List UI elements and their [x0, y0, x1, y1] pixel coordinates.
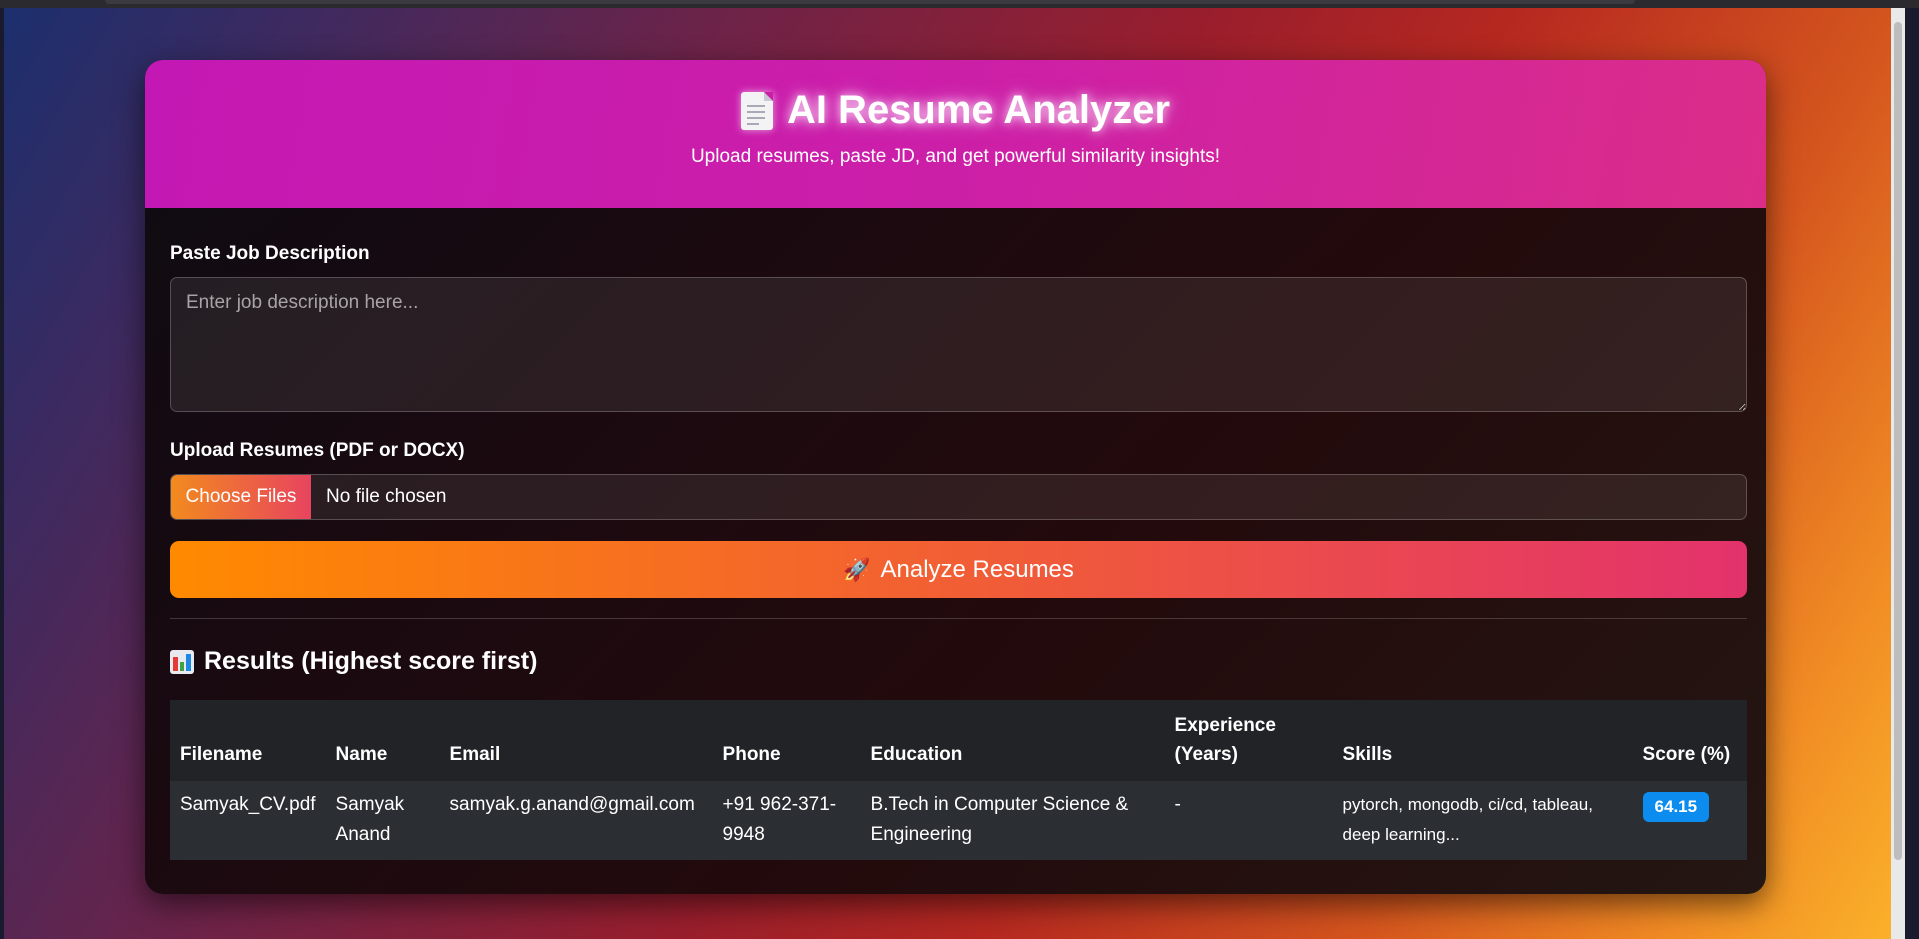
page-title: AI Resume Analyzer	[786, 88, 1171, 132]
rocket-icon: 🚀	[843, 556, 871, 582]
resume-file-input[interactable]: Choose Files No file chosen	[170, 474, 1747, 520]
results-title: Results (Highest score first)	[204, 647, 538, 675]
column-header-skills: Skills	[1332, 700, 1633, 781]
column-header-experience: Experience (Years)	[1164, 700, 1333, 781]
choose-files-button[interactable]: Choose Files	[171, 475, 311, 519]
results-table: Filename Name Email Phone Education Expe…	[170, 700, 1747, 860]
page-viewport: AI Resume Analyzer Upload resumes, paste…	[4, 8, 1905, 939]
file-status-text: No file chosen	[326, 486, 447, 507]
analyze-button-label: Analyze Resumes	[880, 555, 1074, 583]
vertical-scrollbar[interactable]	[1891, 8, 1905, 939]
scrollbar-thumb[interactable]	[1894, 22, 1902, 860]
cell-filename: Samyak_CV.pdf	[170, 781, 326, 860]
document-icon	[740, 91, 773, 130]
column-header-name: Name	[325, 700, 440, 781]
analyze-resumes-button[interactable]: 🚀 Analyze Resumes	[170, 541, 1747, 598]
page-title-row: AI Resume Analyzer	[145, 88, 1766, 133]
bar-chart-icon	[170, 649, 194, 674]
column-header-score: Score (%)	[1632, 700, 1747, 781]
browser-address-strip	[105, 0, 1635, 4]
column-header-education: Education	[860, 700, 1165, 781]
score-badge: 64.15	[1642, 792, 1710, 822]
page-subtitle: Upload resumes, paste JD, and get powerf…	[690, 146, 1221, 167]
upload-label: Upload Resumes (PDF or DOCX)	[170, 440, 465, 461]
cell-phone: +91 962-371-9948	[712, 781, 861, 860]
cell-experience: -	[1164, 781, 1333, 860]
table-row: Samyak_CV.pdf Samyak Anand samyak.g.anan…	[170, 781, 1747, 860]
cell-education: B.Tech in Computer Science & Engineering	[860, 781, 1165, 860]
cell-skills: pytorch, mongodb, ci/cd, tableau, deep l…	[1332, 781, 1633, 860]
results-heading: Results (Highest score first)	[170, 647, 537, 676]
jd-label: Paste Job Description	[170, 243, 370, 264]
column-header-email: Email	[439, 700, 713, 781]
section-divider	[170, 618, 1747, 619]
cell-score: 64.15	[1632, 781, 1747, 860]
header-banner: AI Resume Analyzer Upload resumes, paste…	[145, 60, 1766, 208]
table-header-row: Filename Name Email Phone Education Expe…	[170, 700, 1747, 781]
cell-email: samyak.g.anand@gmail.com	[439, 781, 713, 860]
analyzer-card: AI Resume Analyzer Upload resumes, paste…	[145, 60, 1766, 894]
browser-top-bar	[0, 0, 1919, 8]
column-header-phone: Phone	[712, 700, 861, 781]
column-header-filename: Filename	[170, 700, 326, 781]
job-description-input[interactable]	[170, 277, 1747, 412]
cell-name: Samyak Anand	[325, 781, 440, 860]
